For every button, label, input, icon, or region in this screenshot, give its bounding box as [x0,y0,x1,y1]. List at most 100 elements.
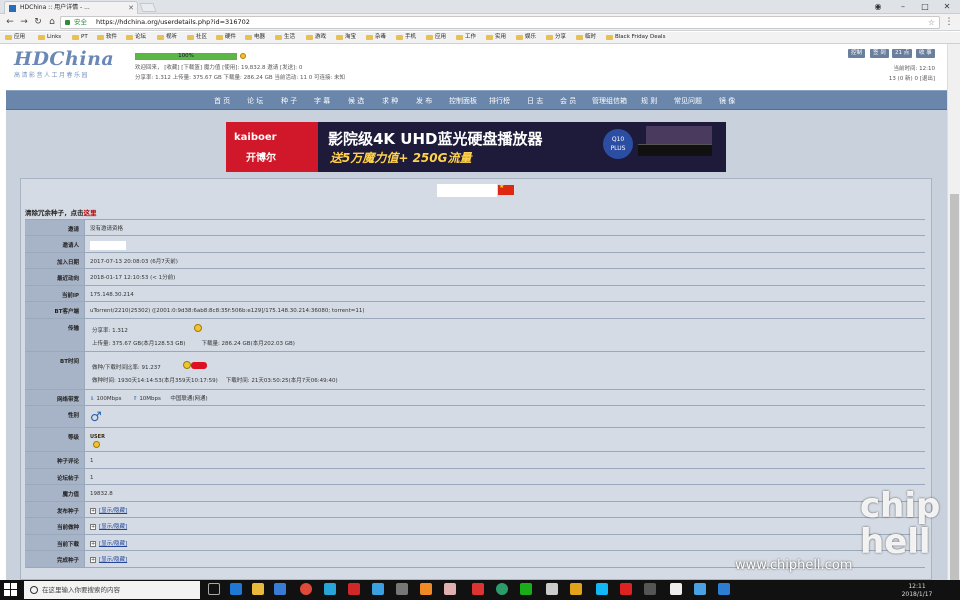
profile-user-icon[interactable]: ◉ [868,0,888,13]
clean-link[interactable]: 这里 [84,209,97,217]
nav-item-upload[interactable]: 发 布 [416,91,432,111]
brand-cn: 开博尔 [246,153,276,164]
maximize-button[interactable]: □ [915,0,935,13]
wechat-icon[interactable] [520,583,532,595]
nav-item-mirror[interactable]: 镜 像 [719,91,735,111]
table-row: BT客户端 uTorrent/2210(25302) ([2001:0:9d38… [25,302,925,319]
scrollbar-thumb[interactable] [950,194,959,600]
nav-item-staff-mail[interactable]: 管理组信箱 [592,91,627,111]
clock-time[interactable]: 12:11 [902,584,932,590]
app-icon[interactable] [324,583,336,595]
nav-item-requests[interactable]: 求 种 [382,91,398,111]
app-icon[interactable] [570,583,582,595]
expand-icon[interactable]: + [90,524,96,530]
current-time-text: 当前时间: 12:10 [893,66,935,72]
app-icon[interactable] [444,583,456,595]
messages-text[interactable]: 13 (0 新) 0 [退出] [889,75,935,83]
app-icon[interactable] [644,583,656,595]
ad-banner[interactable]: kaiboer 开博尔 影院级4K UHD蓝光硬盘播放器 送5万魔力值+ 250… [226,122,726,172]
app-icon[interactable] [396,583,408,595]
bookmark-item[interactable]: 硬件 [216,32,236,43]
bookmark-item[interactable]: 论坛 [126,32,146,43]
events-button[interactable]: 收 事 [916,49,935,58]
file-explorer-icon[interactable] [252,583,264,595]
site-logo[interactable]: HDChina 高清影音人工月春乐园 [14,49,126,83]
close-window-button[interactable]: ✕ [937,0,957,13]
edge-icon[interactable] [230,583,242,595]
bookmark-item[interactable]: 软件 [97,32,117,43]
nav-item-control-panel[interactable]: 控制面板 [449,91,477,111]
tab-close-icon[interactable]: ✕ [128,2,134,14]
app-icon[interactable] [420,583,432,595]
app-icon[interactable] [546,583,558,595]
bookmark-item[interactable]: 应用 [5,32,25,43]
reload-icon[interactable]: ↻ [32,16,44,28]
bookmark-item[interactable]: 游戏 [306,32,326,43]
bookmark-item[interactable]: 淘宝 [336,32,356,43]
nav-item-forum[interactable]: 论 坛 [247,91,263,111]
nav-item-home[interactable]: 首 页 [214,91,230,111]
bookmark-item[interactable]: 娱乐 [516,32,536,43]
clock-date[interactable]: 2018/1/17 [896,592,938,598]
bookmark-item[interactable]: 杂毒 [366,32,386,43]
expand-icon[interactable]: + [90,541,96,547]
bookmark-item[interactable]: Links [38,32,61,43]
nav-item-faq[interactable]: 常见问题 [674,91,702,111]
bookmark-item[interactable]: 应用 [426,32,446,43]
nav-item-log[interactable]: 日 志 [527,91,543,111]
app-icon[interactable] [694,583,706,595]
task-view-icon[interactable] [208,583,220,595]
menu-dots-icon[interactable]: ⋮ [943,16,955,28]
nav-item-rankings[interactable]: 排行榜 [489,91,510,111]
address-bar[interactable]: 安全 https://hdchina.org/userdetails.php?i… [60,16,940,29]
toggle-link[interactable]: [显示/隐藏] [99,541,127,547]
app-icon[interactable] [372,583,384,595]
browser-tab[interactable]: HDChina :: 用户详情 - ... ✕ [4,1,138,14]
forward-arrow-icon[interactable]: → [18,16,30,28]
app-icon[interactable] [472,583,484,595]
bookmark-item[interactable]: 分享 [546,32,566,43]
expand-icon[interactable]: + [90,508,96,514]
nav-item-members[interactable]: 会 员 [560,91,576,111]
blackjack-button[interactable]: 21 点 [892,49,913,58]
url-text[interactable]: https://hdchina.org/userdetails.php?id=3… [96,17,250,28]
toggle-link[interactable]: [显示/隐藏] [99,524,127,530]
minimize-button[interactable]: – [893,0,913,13]
bookmark-item[interactable]: 视听 [157,32,177,43]
back-arrow-icon[interactable]: ← [4,16,16,28]
table-row: 加入日期 2017-07-13 20:08:03 (6月7天前) [25,253,925,269]
taskbar-search-input[interactable]: 在这里输入你要搜索的内容 [24,581,200,599]
bookmark-item[interactable]: 社区 [187,32,207,43]
toggle-link[interactable]: [显示/隐藏] [99,557,127,563]
bookmark-item[interactable]: 手机 [396,32,416,43]
chrome-icon[interactable] [300,583,312,595]
page-scrollbar[interactable] [947,44,960,600]
app-icon[interactable] [620,583,632,595]
app-icon[interactable] [718,583,730,595]
nav-item-torrents[interactable]: 种 子 [281,91,297,111]
windows-start-icon[interactable] [4,583,18,597]
bookmark-item[interactable]: Black Friday Deals [606,32,665,43]
bookmark-item[interactable]: 临时 [576,32,596,43]
new-tab-button[interactable] [139,3,157,12]
app-icon[interactable] [496,583,508,595]
nav-item-rules[interactable]: 规 则 [641,91,657,111]
bookmark-item[interactable]: 实用 [486,32,506,43]
signin-button[interactable]: 签 到 [870,49,889,58]
home-icon[interactable]: ⌂ [46,16,58,28]
control-button[interactable]: 控制 [848,49,866,58]
nav-item-subtitles[interactable]: 字 幕 [314,91,330,111]
qq-icon[interactable] [596,583,608,595]
expand-icon[interactable]: + [90,557,96,563]
nav-item-candidates[interactable]: 候 选 [348,91,364,111]
bookmark-item[interactable]: 生活 [275,32,295,43]
row-label: 加入日期 [25,253,85,268]
toggle-link[interactable]: [显示/隐藏] [99,508,127,514]
store-icon[interactable] [274,583,286,595]
calculator-icon[interactable] [670,583,682,595]
app-icon[interactable] [348,583,360,595]
bookmark-item[interactable]: 电器 [245,32,265,43]
bookmark-item[interactable]: 工作 [456,32,476,43]
bookmark-item[interactable]: PT [72,32,88,43]
bookmark-star-icon[interactable]: ☆ [928,17,935,28]
